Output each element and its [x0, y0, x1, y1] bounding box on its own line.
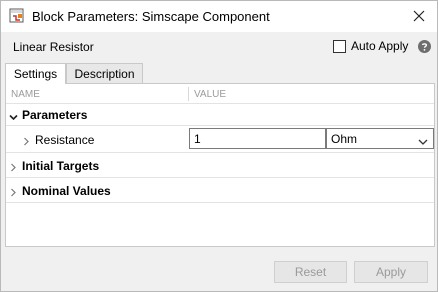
tab-settings[interactable]: Settings [5, 63, 66, 84]
simulink-block-icon [9, 8, 25, 24]
tab-description-label: Description [74, 66, 135, 81]
close-button[interactable] [407, 5, 431, 27]
column-header: NAME VALUE [6, 84, 434, 104]
tab-strip: Settings Description [5, 63, 437, 84]
auto-apply-toggle[interactable]: Auto Apply [333, 39, 408, 53]
section-parameters[interactable]: Parameters [6, 104, 434, 126]
title-bar[interactable]: Block Parameters: Simscape Component [1, 1, 437, 32]
unit-dropdown[interactable]: Ohm [326, 128, 434, 149]
dialog-window: Block Parameters: Simscape Component Lin… [0, 0, 438, 292]
close-icon [413, 10, 425, 22]
chevron-right-icon[interactable] [9, 186, 18, 197]
section-nominal-values[interactable]: Nominal Values [6, 178, 434, 203]
unit-selected-value: Ohm [331, 132, 358, 146]
reset-button-label: Reset [294, 265, 327, 279]
block-header: Linear Resistor Auto Apply [1, 32, 437, 62]
tab-description[interactable]: Description [66, 63, 143, 83]
chevron-right-icon[interactable] [9, 161, 18, 172]
apply-button[interactable]: Apply [354, 261, 428, 283]
section-initial-targets[interactable]: Initial Targets [6, 153, 434, 178]
column-divider[interactable] [188, 87, 189, 101]
parameters-panel: NAME VALUE Parameters Resistance Ohm [5, 83, 435, 247]
section-label: Nominal Values [22, 184, 111, 198]
chevron-right-icon[interactable] [22, 135, 31, 146]
reset-button[interactable]: Reset [274, 261, 347, 283]
chevron-down-icon[interactable] [9, 111, 18, 121]
help-icon[interactable] [418, 40, 431, 53]
dropdown-arrow-icon [418, 135, 428, 145]
window-title: Block Parameters: Simscape Component [32, 9, 270, 24]
section-label: Parameters [22, 108, 88, 122]
value-column-header: VALUE [194, 89, 227, 100]
name-column-header: NAME [11, 89, 40, 100]
parameter-row-resistance: Resistance Ohm [6, 126, 434, 153]
parameter-label: Resistance [35, 133, 95, 147]
section-label: Initial Targets [22, 159, 100, 173]
block-name: Linear Resistor [13, 40, 94, 54]
resistance-value-input[interactable] [189, 128, 326, 149]
auto-apply-checkbox[interactable] [333, 39, 346, 53]
tab-settings-label: Settings [13, 67, 58, 81]
apply-button-label: Apply [375, 265, 407, 279]
auto-apply-label: Auto Apply [351, 39, 409, 53]
